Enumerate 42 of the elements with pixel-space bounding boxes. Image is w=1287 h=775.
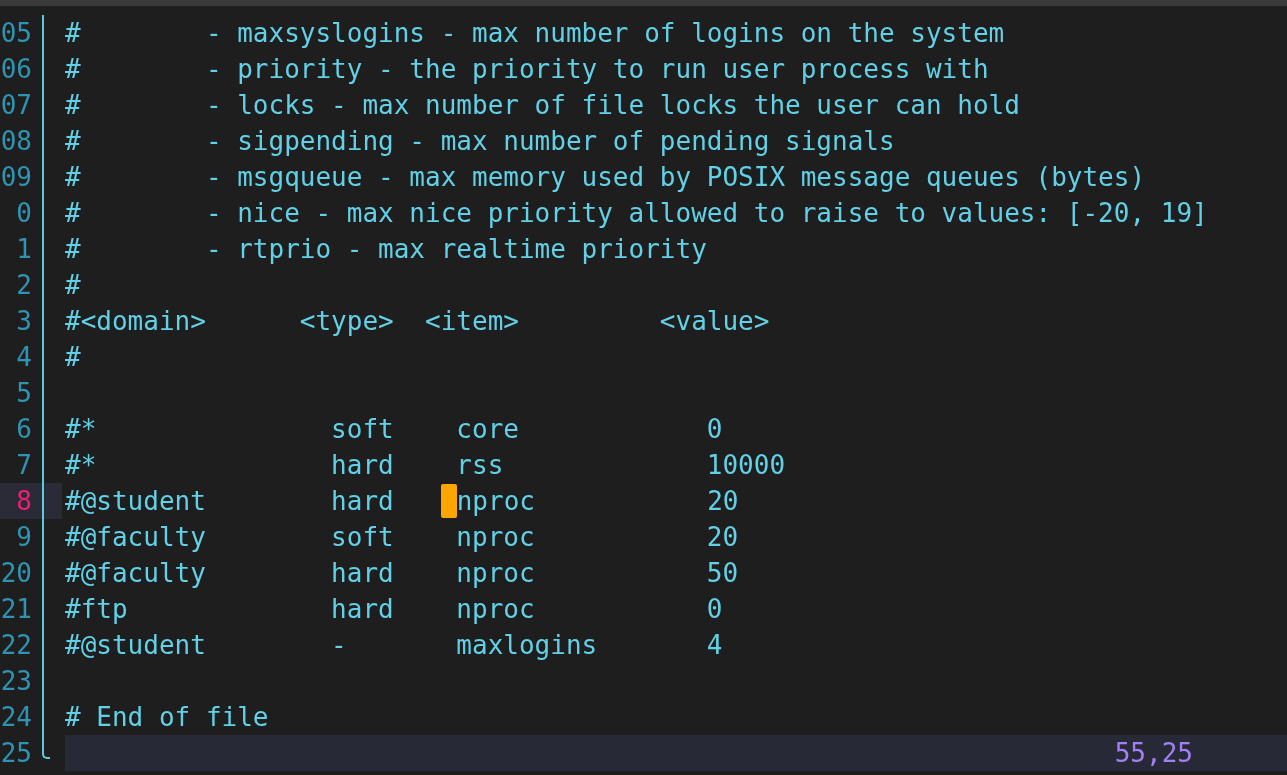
line-number: 06 [0, 53, 33, 86]
line-number: 2 [15, 269, 33, 302]
code-line: # End of file [65, 701, 269, 734]
line-number: 8 [0, 483, 62, 519]
code-line: #@student - maxlogins 4 [65, 629, 723, 662]
line-number: 6 [15, 413, 33, 446]
code-line: # - maxsyslogins - max number of logins on the system [65, 17, 1005, 50]
line-number: 4 [15, 341, 33, 374]
code-line: # - nice - max nice priority allowed to raise to values: [-20, 19] [65, 197, 1208, 230]
line-number: 7 [15, 449, 33, 482]
line-number: 09 [0, 161, 33, 194]
code-line: # - locks - max number of file locks the user can hold [65, 89, 1020, 122]
line-number: 1 [15, 233, 33, 266]
line-number: 20 [0, 557, 33, 590]
line-number: 3 [15, 305, 33, 338]
line-number: 08 [0, 125, 33, 158]
code-line: #@faculty hard nproc 50 [65, 557, 739, 590]
line-number: 5 [15, 377, 33, 410]
cursor-position: 55,25 [1114, 737, 1193, 770]
code-line: # [65, 341, 81, 374]
code-line: # - rtprio - max realtime priority [65, 233, 707, 266]
code-line: #* hard rss 10000 [65, 449, 786, 482]
code-line: nproc 20 [456, 485, 739, 518]
code-line: # - sigpending - max number of pending signals [65, 125, 895, 158]
line-number: 21 [0, 593, 33, 626]
code-line: #* soft core 0 [65, 413, 723, 446]
code-line: # - priority - the priority to run user process with [65, 53, 989, 86]
line-number: 05 [0, 17, 33, 50]
line-number: 07 [0, 89, 33, 122]
line-number: 0 [15, 197, 33, 230]
line-number: 23 [0, 665, 33, 698]
code-line: # [65, 269, 81, 302]
line-number: 24 [0, 701, 33, 734]
code-line: #@student hard [65, 485, 395, 518]
line-number: 25 [0, 737, 33, 770]
code-line: #ftp hard nproc 0 [65, 593, 723, 626]
text-cursor [440, 484, 457, 518]
line-number: 22 [0, 629, 33, 662]
code-line: #<domain> <type> <item> <value> [65, 305, 770, 338]
code-line: # - msgqueue - max memory used by POSIX message queues (bytes) [65, 161, 1146, 194]
code-line: #@faculty soft nproc 20 [65, 521, 739, 554]
line-number: 9 [15, 521, 33, 554]
